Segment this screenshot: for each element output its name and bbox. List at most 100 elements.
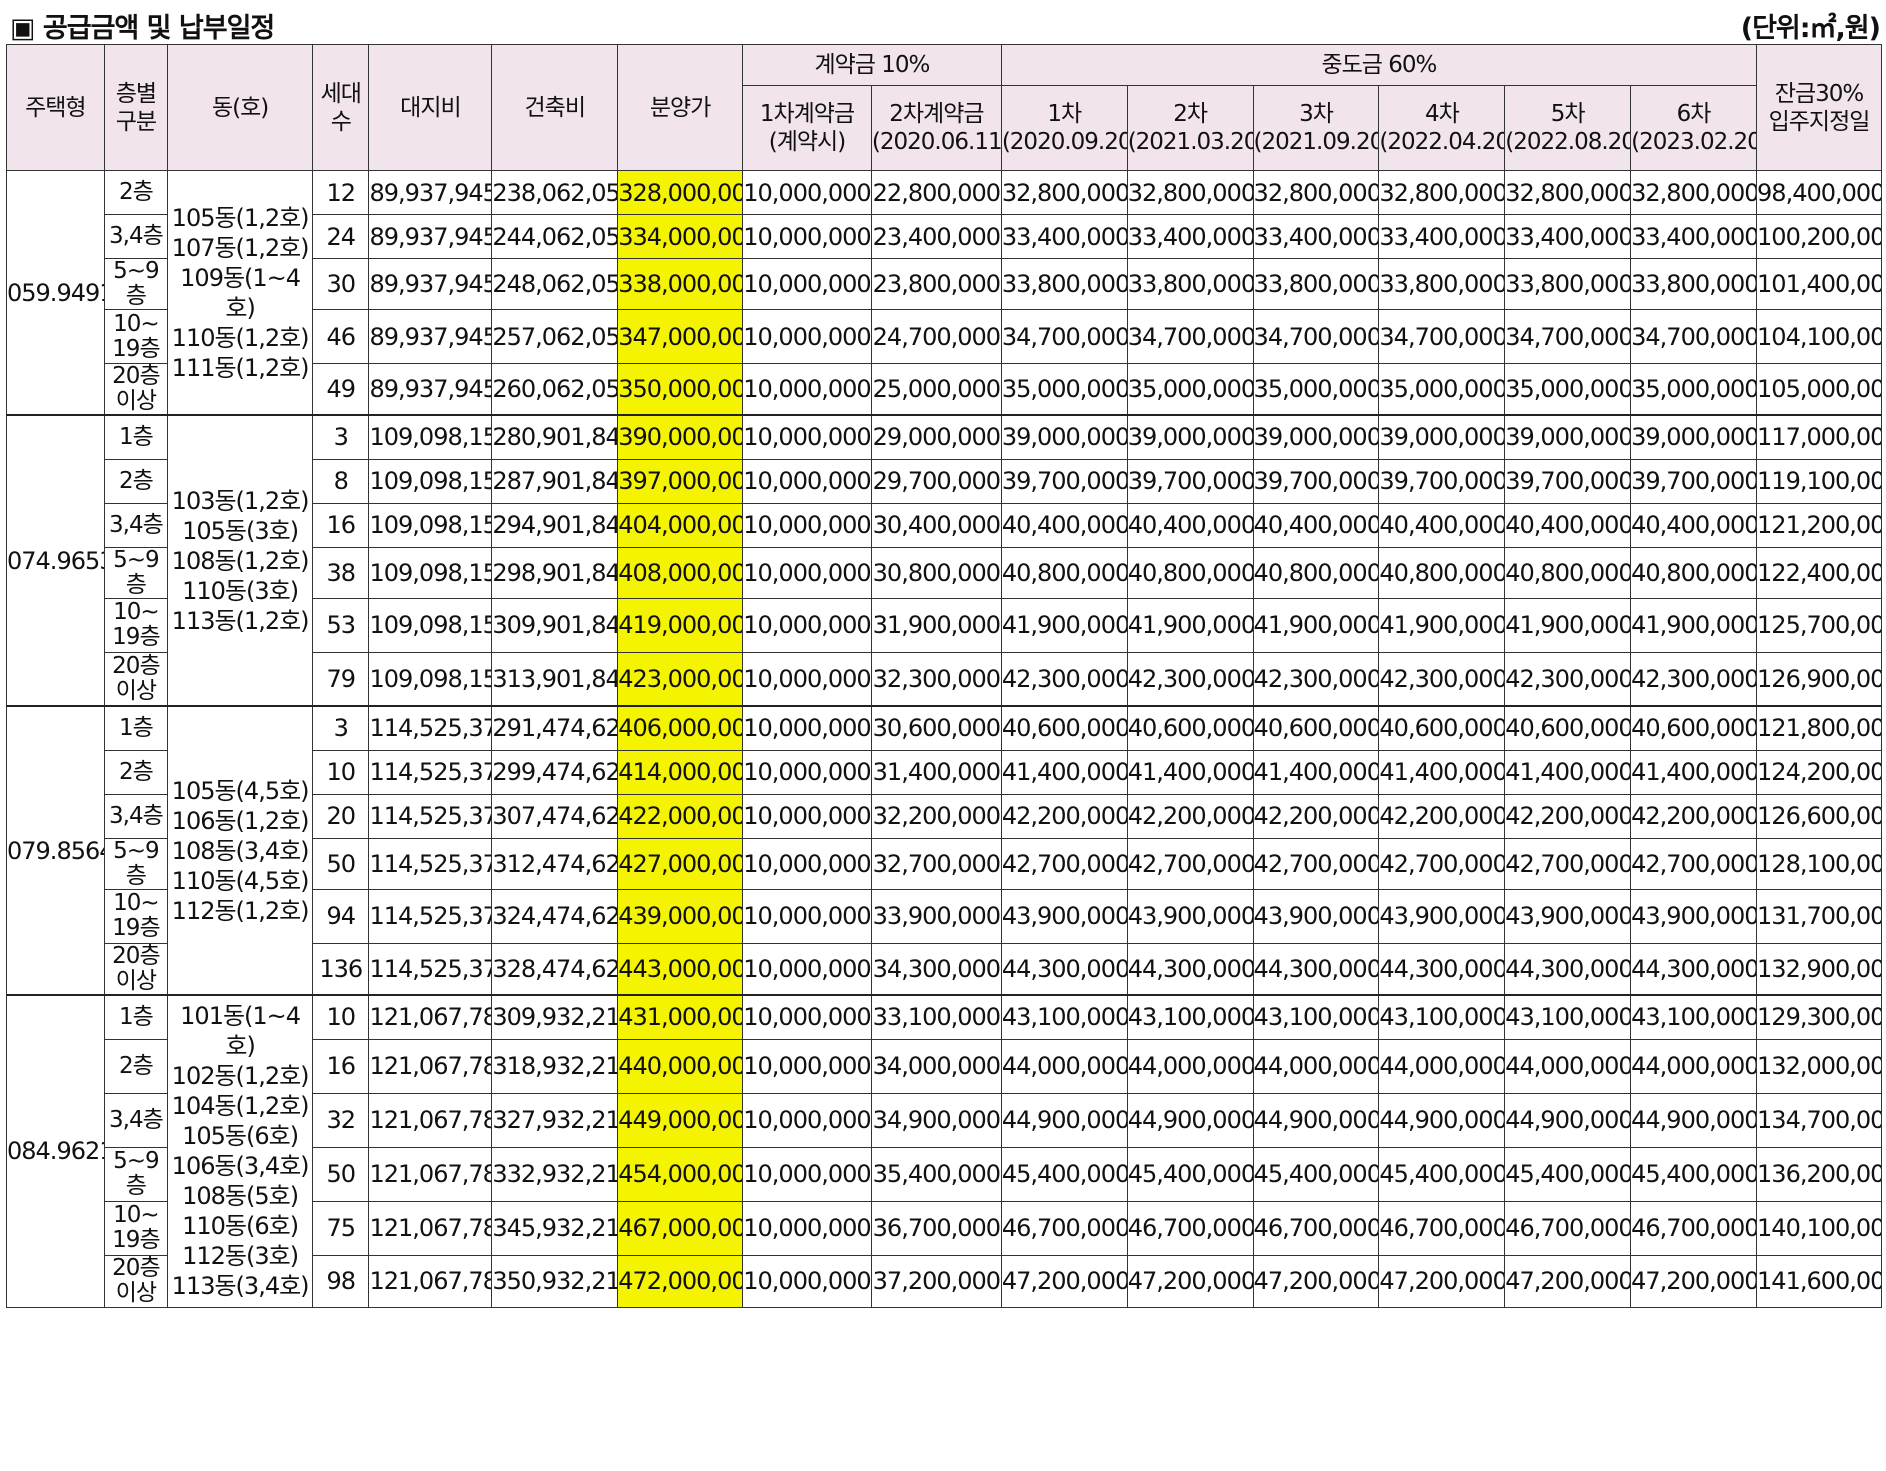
interim-1-cell: 46,700,000 (1000, 1200, 1128, 1256)
header-interim-4-date: (2022.04.20) (1379, 129, 1505, 155)
building-cost-cell: 309,901,841 (491, 597, 619, 653)
interim-2-cell: 40,600,000 (1126, 705, 1254, 751)
interim-4-cell: 44,000,000 (1378, 1038, 1506, 1094)
floor-cell: 1층 (103, 705, 169, 751)
interim-6-cell: 42,700,000 (1630, 837, 1758, 890)
deposit1-cell: 10,000,000 (742, 749, 872, 795)
dong-cell: 105동(1,2호) 107동(1,2호) 109동(1~4호) 110동(1,2호)… (167, 170, 314, 416)
floor-cell: 10~ 19층 (103, 309, 169, 364)
sale-price-cell: 419,000,000 (617, 597, 744, 653)
building-cost-cell: 299,474,624 (491, 749, 619, 795)
land-cost-cell: 121,067,785 (368, 1092, 493, 1148)
dong-item: 105동(1,2호) (171, 203, 310, 232)
land-cost-cell: 89,937,945 (368, 258, 493, 310)
interim-3-cell: 41,400,000 (1252, 749, 1380, 795)
header-floor-line2: 구분 (115, 108, 157, 135)
interim-3-cell: 40,400,000 (1252, 502, 1380, 548)
balance-cell: 105,000,000 (1756, 363, 1882, 416)
units-cell: 3 (312, 705, 370, 751)
interim-5-cell: 44,300,000 (1504, 942, 1632, 996)
interim-6-cell: 40,600,000 (1630, 705, 1758, 751)
deposit2-cell: 34,900,000 (870, 1092, 1002, 1148)
interim-6-cell: 46,700,000 (1630, 1200, 1758, 1256)
balance-cell: 121,800,000 (1756, 705, 1882, 751)
deposit1-cell: 10,000,000 (742, 1092, 872, 1148)
dong-item: 109동(1~4호) (180, 263, 301, 322)
interim-4-cell: 34,700,000 (1378, 309, 1506, 364)
dong-item: 107동(1,2호) (171, 233, 310, 262)
deposit1-cell: 10,000,000 (742, 942, 872, 996)
sale-price-cell: 347,000,000 (617, 309, 744, 364)
dong-item: 110동(1,2호) (171, 323, 310, 352)
interim-5-cell: 34,700,000 (1504, 309, 1632, 364)
deposit2-cell: 33,900,000 (870, 888, 1002, 944)
deposit2-cell: 22,800,000 (870, 170, 1002, 215)
balance-cell: 122,400,000 (1756, 546, 1882, 599)
land-cost-cell: 121,067,785 (368, 994, 493, 1040)
deposit1-cell: 10,000,000 (742, 888, 872, 944)
table-row: 074.9653 1층 103동(1,2호) 105동(3호) 108동(1,2호) 11… (6, 414, 1882, 707)
units-cell: 30 (312, 258, 370, 310)
header-interim-4-label: 4차 (1424, 101, 1460, 127)
balance-cell: 136,200,000 (1756, 1146, 1882, 1202)
units-cell: 79 (312, 651, 370, 707)
sale-price-cell: 472,000,000 (617, 1254, 744, 1308)
header-interim-6-date: (2023.02.20) (1631, 129, 1757, 155)
interim-4-cell: 42,300,000 (1378, 651, 1506, 707)
deposit2-cell: 33,100,000 (870, 994, 1002, 1040)
interim-4-cell: 40,400,000 (1378, 502, 1506, 548)
sale-price-cell: 414,000,000 (617, 749, 744, 795)
building-cost-cell: 287,901,841 (491, 458, 619, 504)
interim-6-cell: 33,400,000 (1630, 214, 1758, 259)
floor-cell: 20층 이상 (103, 363, 169, 416)
dong-item: 106동(3,4호) (171, 1152, 310, 1181)
deposit2-cell: 32,300,000 (870, 651, 1002, 707)
interim-6-cell: 44,000,000 (1630, 1038, 1758, 1094)
balance-cell: 126,600,000 (1756, 793, 1882, 839)
deposit1-cell: 10,000,000 (742, 414, 872, 460)
interim-2-cell: 42,700,000 (1126, 837, 1254, 890)
interim-2-cell: 39,000,000 (1126, 414, 1254, 460)
header-interim-4: 4차 (2022.04.20) (1378, 85, 1506, 171)
building-cost-cell: 327,932,215 (491, 1092, 619, 1148)
floor-cell: 20층 이상 (103, 1254, 169, 1308)
units-cell: 12 (312, 170, 370, 215)
sale-price-cell: 404,000,000 (617, 502, 744, 548)
interim-5-cell: 40,600,000 (1504, 705, 1632, 751)
interim-3-cell: 33,800,000 (1252, 258, 1380, 310)
table-row: 059.9491 2층 105동(1,2호) 107동(1,2호) 109동(1~4호)… (6, 170, 1882, 416)
deposit2-cell: 31,400,000 (870, 749, 1002, 795)
balance-cell: 98,400,000 (1756, 170, 1882, 215)
deposit1-cell: 10,000,000 (742, 651, 872, 707)
deposit2-cell: 29,000,000 (870, 414, 1002, 460)
dong-cell: 103동(1,2호) 105동(3호) 108동(1,2호) 110동(3호) 113동… (167, 414, 314, 707)
interim-1-cell: 44,900,000 (1000, 1092, 1128, 1148)
interim-5-cell: 42,300,000 (1504, 651, 1632, 707)
land-cost-cell: 89,937,945 (368, 170, 493, 215)
deposit1-cell: 10,000,000 (742, 258, 872, 310)
interim-6-cell: 42,300,000 (1630, 651, 1758, 707)
interim-2-cell: 41,400,000 (1126, 749, 1254, 795)
units-cell: 20 (312, 793, 370, 839)
deposit2-cell: 24,700,000 (870, 309, 1002, 364)
interim-3-cell: 32,800,000 (1252, 170, 1380, 215)
floor-cell: 2층 (103, 749, 169, 795)
sale-price-cell: 431,000,000 (617, 994, 744, 1040)
header-deposit1: 1차계약금 (계약시) (742, 85, 872, 171)
interim-6-cell: 42,200,000 (1630, 793, 1758, 839)
interim-2-cell: 45,400,000 (1126, 1146, 1254, 1202)
interim-6-cell: 45,400,000 (1630, 1146, 1758, 1202)
interim-6-cell: 47,200,000 (1630, 1254, 1758, 1308)
interim-5-cell: 39,700,000 (1504, 458, 1632, 504)
land-cost-cell: 114,525,376 (368, 942, 493, 996)
deposit1-cell: 10,000,000 (742, 793, 872, 839)
interim-6-cell: 34,700,000 (1630, 309, 1758, 364)
interim-1-cell: 47,200,000 (1000, 1254, 1128, 1308)
interim-5-cell: 46,700,000 (1504, 1200, 1632, 1256)
interim-4-cell: 44,300,000 (1378, 942, 1506, 996)
header-balance: 잔금30% 입주지정일 (1756, 44, 1882, 171)
header-floor-line1: 층별 (115, 80, 157, 107)
balance-cell: 100,200,000 (1756, 214, 1882, 259)
interim-6-cell: 40,400,000 (1630, 502, 1758, 548)
floor-cell: 5~9층 (103, 546, 169, 599)
